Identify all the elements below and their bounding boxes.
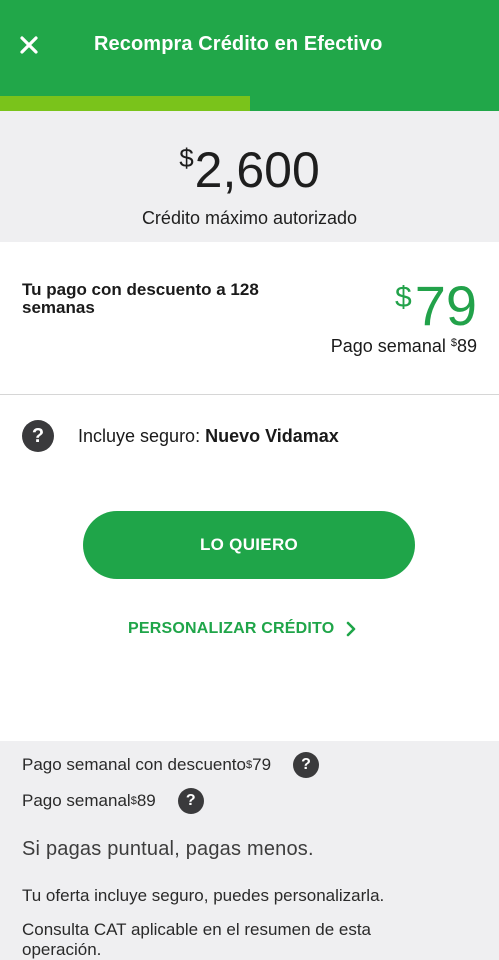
app-header: Recompra Crédito en Efectivo xyxy=(0,0,499,96)
currency-symbol: $ xyxy=(179,143,194,173)
discount-payment-amount: $79 xyxy=(395,268,477,336)
insurance-label: Incluye seguro: Nuevo Vidamax xyxy=(78,426,339,447)
max-credit-caption: Crédito máximo autorizado xyxy=(141,208,358,228)
weekly-payment-label: Pago semanal xyxy=(330,336,451,356)
summary-discount-value: 79 xyxy=(252,755,272,774)
close-icon xyxy=(20,36,38,54)
page-title: Recompra Crédito en Efectivo xyxy=(94,33,383,55)
summary-regular-label: Pago semanal xyxy=(22,791,131,810)
max-credit-value: 2,600 xyxy=(194,142,320,198)
close-button[interactable] xyxy=(14,30,44,60)
summary-discount-row: Pago semanal con descuento $79 ? xyxy=(22,752,320,778)
currency-symbol: $ xyxy=(395,281,412,314)
question-icon[interactable]: ? xyxy=(22,420,54,452)
insurance-name: Nuevo Vidamax xyxy=(205,425,339,446)
punctual-payment-slogan: Si pagas puntual, pagas menos. xyxy=(22,838,314,860)
discount-payment-label: Tu pago con descuento a 128 semanas xyxy=(22,280,259,317)
summary-regular-row: Pago semanal $89 ? xyxy=(22,788,204,814)
question-icon[interactable]: ? xyxy=(293,752,320,778)
max-credit-amount: $2,600 xyxy=(0,141,499,199)
payment-section: Tu pago con descuento a 128 semanas $79 … xyxy=(0,242,499,395)
insurance-row: ? Incluye seguro: Nuevo Vidamax xyxy=(22,419,339,453)
cat-note: Consulta CAT aplicable en el resumen de … xyxy=(22,920,372,959)
question-icon[interactable]: ? xyxy=(177,788,204,814)
weekly-payment-value: 89 xyxy=(456,336,477,356)
insurance-prefix: Incluye seguro: xyxy=(78,425,206,446)
summary-discount-label: Pago semanal con descuento xyxy=(22,755,246,774)
personalize-credit-label: PERSONALIZAR CRÉDITO xyxy=(128,620,335,637)
step-progress-bar xyxy=(0,96,499,111)
summary-regular-value: 89 xyxy=(136,791,156,810)
accept-button[interactable]: LO QUIERO xyxy=(83,511,415,579)
credit-amount-section: $2,600 Crédito máximo autorizado xyxy=(0,111,499,242)
step-progress-fill xyxy=(0,96,250,111)
discount-payment-value: 79 xyxy=(414,274,477,337)
offer-note: Tu oferta incluye seguro, puedes persona… xyxy=(22,886,385,905)
weekly-payment-text: Pago semanal $89 xyxy=(331,336,477,357)
chevron-right-icon xyxy=(347,621,356,637)
personalize-credit-link[interactable]: PERSONALIZAR CRÉDITO xyxy=(128,620,356,638)
